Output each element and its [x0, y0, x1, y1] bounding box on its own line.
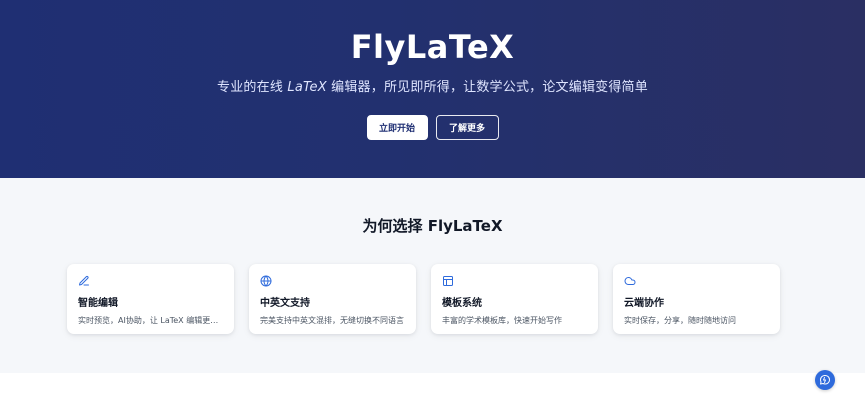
features-cards: 智能编辑 实时预览，AI协助，让 LaTeX 编辑更轻松 中英文支持 完美支持中…: [67, 264, 780, 334]
chat-button[interactable]: [815, 370, 835, 390]
feature-card: 云端协作 实时保存，分享，随时随地访问: [613, 264, 780, 334]
get-started-button[interactable]: 立即开始: [366, 115, 428, 140]
chat-icon: [819, 375, 831, 385]
feature-card-title: 中英文支持: [260, 298, 310, 309]
hero-subtitle: 专业的在线 LaTeX 编辑器，所见即所得，让数学公式，论文编辑变得简单: [0, 76, 865, 95]
feature-card-title: 模板系统: [442, 298, 482, 309]
learn-more-button[interactable]: 了解更多: [435, 115, 499, 140]
feature-card: 智能编辑 实时预览，AI协助，让 LaTeX 编辑更轻松: [67, 264, 234, 334]
page-bottom-area: [0, 373, 865, 401]
feature-card-desc: 实时保存，分享，随时随地访问: [624, 316, 736, 325]
globe-icon: [260, 275, 272, 287]
feature-card-title: 云端协作: [624, 298, 664, 309]
feature-card-desc: 实时预览，AI协助，让 LaTeX 编辑更轻松: [78, 316, 223, 325]
feature-card: 模板系统 丰富的学术模板库，快速开始写作: [431, 264, 598, 334]
landing-page: FlyLaTeX 专业的在线 LaTeX 编辑器，所见即所得，让数学公式，论文编…: [0, 0, 865, 401]
hero-subtitle-latex: LaTeX: [287, 80, 327, 95]
feature-card-desc: 丰富的学术模板库，快速开始写作: [442, 316, 562, 325]
feature-card: 中英文支持 完美支持中英文混排，无缝切换不同语言: [249, 264, 416, 334]
hero-actions: 立即开始 了解更多: [0, 115, 865, 140]
features-section: 为何选择 FlyLaTeX 智能编辑 实时预览，AI协助，让 LaTeX 编辑更…: [0, 178, 865, 373]
hero-subtitle-prefix: 专业的在线: [217, 80, 288, 95]
template-icon: [443, 276, 453, 286]
cloud-icon: [624, 277, 636, 285]
hero-subtitle-suffix: 编辑器，所见即所得，让数学公式，论文编辑变得简单: [326, 80, 648, 95]
hero-title: FlyLaTeX: [350, 28, 515, 66]
hero-section: FlyLaTeX 专业的在线 LaTeX 编辑器，所见即所得，让数学公式，论文编…: [0, 0, 865, 178]
features-title: 为何选择 FlyLaTeX: [362, 217, 503, 235]
feature-card-desc: 完美支持中英文混排，无缝切换不同语言: [260, 316, 404, 325]
pencil-icon: [79, 275, 89, 286]
feature-card-title: 智能编辑: [78, 298, 118, 309]
